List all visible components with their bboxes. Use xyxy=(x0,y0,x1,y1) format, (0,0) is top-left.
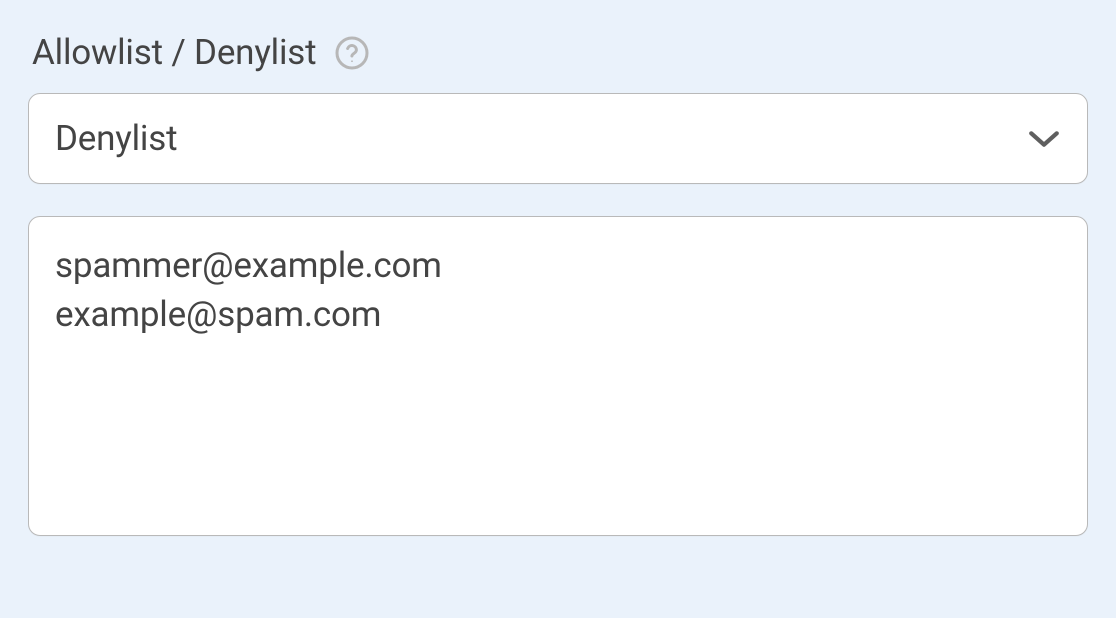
list-type-select[interactable]: Denylist xyxy=(28,93,1088,184)
field-label: Allowlist / Denylist xyxy=(32,32,316,73)
help-icon[interactable] xyxy=(334,35,370,71)
label-row: Allowlist / Denylist xyxy=(28,32,1088,73)
chevron-down-icon xyxy=(1027,126,1061,152)
select-value: Denylist xyxy=(55,118,177,159)
email-list-textarea[interactable] xyxy=(28,216,1088,536)
allowlist-denylist-field: Allowlist / Denylist Denylist xyxy=(28,32,1088,536)
